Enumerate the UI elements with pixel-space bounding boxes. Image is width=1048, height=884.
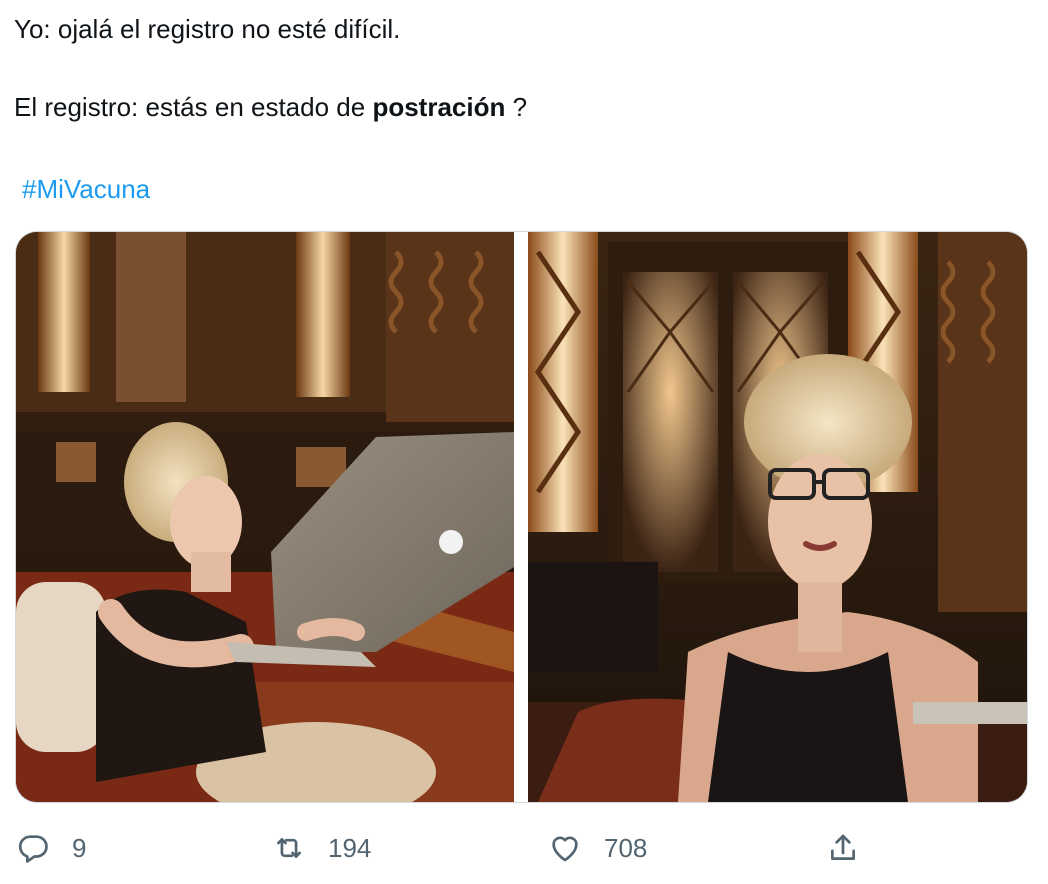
- tweet-line-1: Yo: ojalá el registro no esté difícil.: [14, 14, 401, 44]
- share-button[interactable]: [826, 822, 860, 874]
- hashtag-link[interactable]: #MiVacuna: [22, 172, 150, 206]
- like-count: 708: [604, 832, 648, 863]
- retweet-button[interactable]: 194: [272, 822, 371, 874]
- tweet-line-2-prefix: El registro: estás en estado de: [14, 92, 373, 122]
- like-button[interactable]: 708: [548, 822, 647, 874]
- tweet-line-2: El registro: estás en estado de postraci…: [14, 90, 527, 124]
- retweet-count: 194: [328, 832, 372, 863]
- retweet-icon: [272, 831, 306, 865]
- media-grid: [15, 231, 1028, 803]
- photo-left-image: [16, 232, 514, 802]
- share-icon: [826, 831, 860, 865]
- photo-right[interactable]: [528, 232, 1027, 802]
- tweet-line-2-bold: postración: [372, 92, 506, 122]
- photo-left[interactable]: [16, 232, 514, 802]
- reply-count: 9: [72, 832, 87, 863]
- reply-icon: [16, 831, 50, 865]
- tweet-actions: 9 194 708: [0, 822, 1048, 874]
- reply-button[interactable]: 9: [16, 822, 86, 874]
- photo-right-image: [528, 232, 1027, 802]
- tweet-line-2-suffix: ?: [505, 92, 528, 122]
- photo-divider: [514, 232, 528, 802]
- heart-icon: [548, 831, 582, 865]
